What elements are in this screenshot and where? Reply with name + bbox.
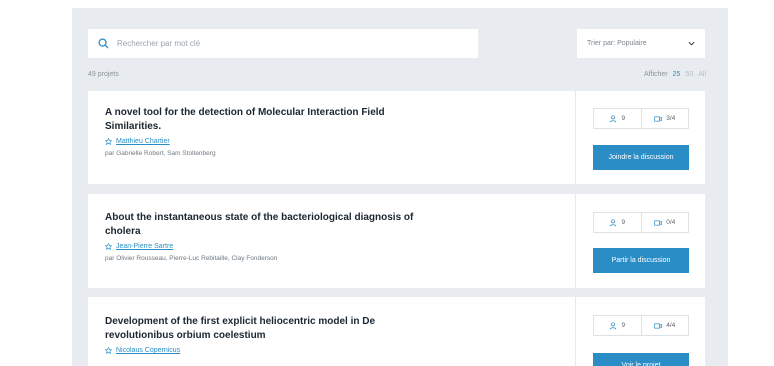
- search-input[interactable]: [117, 39, 447, 48]
- sort-label: Trier par: Populaire: [587, 40, 647, 47]
- project-stats: 9 3/4: [593, 108, 689, 129]
- owner-link[interactable]: Matthieu Chartier: [116, 138, 170, 145]
- project-owner[interactable]: Matthieu Chartier: [105, 138, 435, 145]
- join-discussion-button[interactable]: Joindre la discussion: [593, 145, 689, 170]
- discussions-count: 3/4: [666, 115, 676, 122]
- star-icon: [105, 243, 112, 250]
- page-size-selector: Afficher 25 50 All: [644, 71, 706, 78]
- page-size-label: Afficher: [644, 71, 668, 78]
- project-authors: par Gabrielle Robert, Sam Stoltenberg: [105, 150, 216, 157]
- page-size-option-25[interactable]: 25: [673, 71, 681, 78]
- video-icon: [654, 219, 662, 226]
- start-discussion-button[interactable]: Partir la discussion: [593, 248, 689, 273]
- members-count: 9: [621, 219, 626, 226]
- chevron-down-icon: [688, 41, 695, 46]
- members-count: 9: [621, 322, 626, 329]
- sort-dropdown[interactable]: Trier par: Populaire: [577, 29, 705, 58]
- page-size-option-all[interactable]: All: [698, 71, 706, 78]
- user-icon: [610, 114, 617, 123]
- star-icon: [105, 138, 112, 145]
- project-card: Development of the first explicit helioc…: [88, 297, 705, 366]
- project-stats: 9 0/4: [593, 212, 689, 233]
- video-icon: [654, 115, 662, 122]
- view-project-button[interactable]: Voir le projet: [593, 353, 689, 366]
- user-icon: [610, 321, 617, 330]
- owner-link[interactable]: Nicolaus Copernicus: [116, 347, 180, 354]
- discussions-count: 4/4: [666, 322, 676, 329]
- members-stat: 9: [594, 316, 641, 335]
- members-stat: 9: [594, 213, 641, 232]
- project-owner[interactable]: Nicolaus Copernicus: [105, 347, 435, 354]
- project-title[interactable]: A novel tool for the detection of Molecu…: [105, 106, 435, 134]
- discussions-stat: 4/4: [640, 316, 689, 335]
- project-title[interactable]: Development of the first explicit helioc…: [105, 315, 435, 343]
- project-count: 49 projets: [88, 71, 119, 78]
- star-icon: [105, 347, 112, 354]
- discussions-count: 0/4: [666, 219, 676, 226]
- project-card: About the instantaneous state of the bac…: [88, 194, 705, 288]
- video-icon: [654, 322, 662, 329]
- project-card: A novel tool for the detection of Molecu…: [88, 91, 705, 184]
- search-bar[interactable]: [88, 29, 478, 58]
- project-owner[interactable]: Jean-Pierre Sartre: [105, 243, 435, 250]
- user-icon: [610, 218, 617, 227]
- members-count: 9: [621, 115, 626, 122]
- project-stats: 9 4/4: [593, 315, 689, 336]
- search-icon: [98, 38, 109, 49]
- discussions-stat: 0/4: [640, 213, 689, 232]
- members-stat: 9: [594, 109, 641, 128]
- projects-panel: Trier par: Populaire 49 projets Afficher…: [72, 8, 728, 366]
- project-authors: par Olivier Rousseau, Pierre-Luc Rebitai…: [105, 255, 278, 262]
- discussions-stat: 3/4: [640, 109, 689, 128]
- page-size-option-50[interactable]: 50: [685, 71, 693, 78]
- owner-link[interactable]: Jean-Pierre Sartre: [116, 243, 173, 250]
- project-title[interactable]: About the instantaneous state of the bac…: [105, 211, 435, 239]
